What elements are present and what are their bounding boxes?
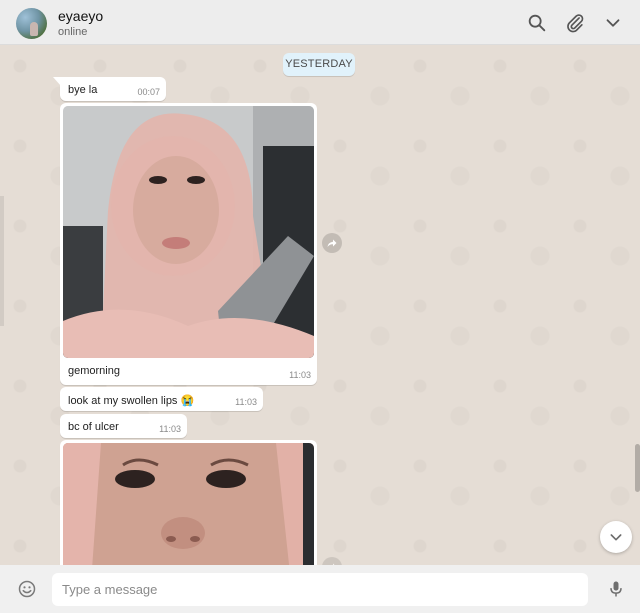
left-edge-strip — [0, 196, 4, 326]
image-message-bubble[interactable] — [60, 440, 317, 565]
contact-status: online — [58, 26, 88, 38]
forward-icon[interactable] — [322, 233, 342, 253]
message-text: bye la — [68, 84, 98, 96]
message-photo[interactable] — [63, 106, 314, 358]
message-time: 11:03 — [159, 424, 181, 434]
message-composer — [0, 565, 640, 613]
chevron-down-icon — [610, 534, 622, 541]
message-photo[interactable] — [63, 443, 314, 565]
chat-scrollbar[interactable] — [635, 444, 640, 492]
message-bubble[interactable]: bc of ulcer 11:03 — [60, 414, 187, 438]
attach-icon[interactable] — [564, 12, 586, 34]
chevron-down-icon[interactable] — [602, 12, 624, 34]
microphone-icon[interactable] — [606, 579, 626, 599]
message-input[interactable] — [52, 573, 588, 606]
date-divider: YESTERDAY — [283, 53, 355, 76]
chat-panel[interactable]: YESTERDAY bye la 00:07 gemorning 11:03 l… — [0, 46, 640, 565]
message-time: 11:03 — [235, 397, 257, 407]
message-time: 11:03 — [289, 370, 311, 380]
emoji-icon[interactable] — [17, 579, 37, 599]
message-bubble[interactable]: bye la 00:07 — [53, 77, 166, 101]
scroll-down-button[interactable] — [600, 521, 632, 553]
forward-icon[interactable] — [322, 557, 342, 565]
message-text: look at my swollen lips 😭 — [68, 395, 195, 407]
search-icon[interactable] — [526, 12, 548, 34]
message-bubble[interactable]: look at my swollen lips 😭 11:03 — [60, 387, 263, 411]
contact-avatar[interactable] — [16, 8, 47, 39]
chat-header: eyaeyo online — [0, 0, 640, 45]
message-time: 00:07 — [137, 87, 160, 97]
image-message-bubble[interactable]: gemorning 11:03 — [60, 103, 317, 385]
contact-name[interactable]: eyaeyo — [58, 8, 103, 24]
message-text: bc of ulcer — [68, 421, 119, 433]
image-caption: gemorning — [68, 365, 120, 377]
